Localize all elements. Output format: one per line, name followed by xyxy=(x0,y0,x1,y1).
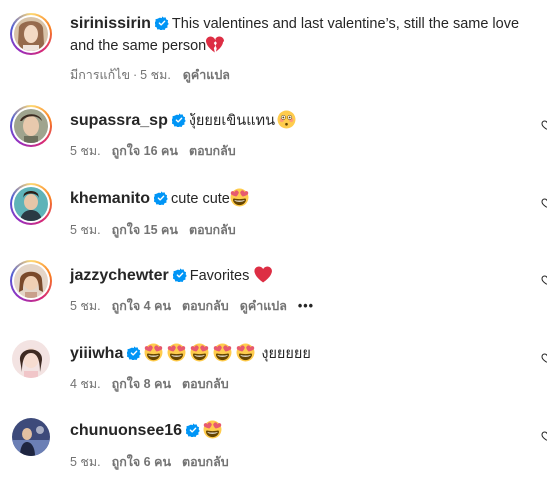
comment-time[interactable]: 5 ชม. xyxy=(70,299,101,313)
comment-meta: มีการแก้ไข · 5 ชม. ดูคำแปล xyxy=(70,65,241,85)
comment-username[interactable]: yiiiwha xyxy=(70,345,123,362)
comment-text-line: jazzychewter Favorites xyxy=(70,265,533,287)
comment-meta: 5 ชม. ถูกใจ 15 คน ตอบกลับ xyxy=(70,220,247,240)
avatar[interactable] xyxy=(10,105,52,147)
separator: · xyxy=(133,68,138,82)
heart-eyes-emoji xyxy=(144,343,163,362)
comment-time[interactable]: 5 ชม. xyxy=(70,223,101,237)
comment-meta: 5 ชม. ถูกใจ 16 คน ตอบกลับ xyxy=(70,141,247,161)
red-heart-emoji xyxy=(254,266,272,283)
heart-eyes-emoji xyxy=(190,343,209,362)
comment-time[interactable]: 4 ชม. xyxy=(70,377,101,391)
comment-item: khemanito cute cute 5 ชม. ถูกใจ 15 คน ตอบกล… xyxy=(0,178,547,248)
comment-item: yiiiwha งุยยยยย 4 ชม. ถูกใจ 8 คน ตอบกลับ xyxy=(0,333,547,403)
edited-label: มีการแก้ไข xyxy=(70,68,130,82)
comment-body: cute cute xyxy=(171,191,230,207)
heart-outline-icon[interactable] xyxy=(541,118,547,132)
comment-time[interactable]: 5 ชม. xyxy=(140,68,171,82)
comment-username[interactable]: khemanito xyxy=(70,190,150,207)
verified-badge-icon xyxy=(127,346,141,360)
comment-text-line: supassra_sp งุ้ยยยเขินแทน xyxy=(70,110,533,132)
verified-badge-icon xyxy=(172,113,186,127)
comment-body: Favorites xyxy=(189,268,250,284)
likes-count[interactable]: ถูกใจ 8 คน xyxy=(112,377,171,391)
comment-text-line: sirinissirin This valentines and last val… xyxy=(70,13,533,57)
translate-button[interactable]: ดูคำแปล xyxy=(240,299,287,313)
translate-button[interactable]: ดูคำแปล xyxy=(183,68,230,82)
broken-heart-emoji xyxy=(206,36,224,53)
reply-button[interactable]: ตอบกลับ xyxy=(182,455,229,469)
comment-body: งุยยยยย xyxy=(261,346,311,362)
verified-badge-icon xyxy=(154,191,168,205)
avatar[interactable] xyxy=(12,418,50,456)
comment-username[interactable]: supassra_sp xyxy=(70,112,168,129)
comment-item: sirinissirin This valentines and last val… xyxy=(0,0,547,90)
comment-username[interactable]: chunuonsee16 xyxy=(70,422,182,439)
more-options-icon[interactable]: ••• xyxy=(298,299,314,313)
heart-outline-icon[interactable] xyxy=(541,351,547,365)
avatar[interactable] xyxy=(10,183,52,225)
comment-item: supassra_sp งุ้ยยยเขินแทน 5 ชม. ถูกใจ 16 ค… xyxy=(0,100,547,170)
comment-item: jazzychewter Favorites 5 ชม. ถูกใจ 4 คน ตอบ… xyxy=(0,255,547,325)
heart-eyes-emoji xyxy=(167,343,186,362)
comment-username[interactable]: jazzychewter xyxy=(70,267,169,284)
heart-outline-icon[interactable] xyxy=(541,273,547,287)
comment-time[interactable]: 5 ชม. xyxy=(70,455,101,469)
heart-outline-icon[interactable] xyxy=(541,196,547,210)
reply-button[interactable]: ตอบกลับ xyxy=(182,299,229,313)
verified-badge-icon xyxy=(186,423,200,437)
likes-count[interactable]: ถูกใจ 6 คน xyxy=(112,455,171,469)
likes-count[interactable]: ถูกใจ 16 คน xyxy=(112,144,178,158)
heart-eyes-emoji xyxy=(230,188,249,207)
comment-time[interactable]: 5 ชม. xyxy=(70,144,101,158)
verified-badge-icon xyxy=(173,268,187,282)
comment-text-line: chunuonsee16 xyxy=(70,420,533,442)
reply-button[interactable]: ตอบกลับ xyxy=(182,377,229,391)
comment-text-line: yiiiwha งุยยยยย xyxy=(70,343,533,365)
heart-eyes-emoji xyxy=(213,343,232,362)
heart-eyes-emoji xyxy=(236,343,255,362)
avatar[interactable] xyxy=(12,340,50,378)
comment-text-line: khemanito cute cute xyxy=(70,188,533,210)
heart-outline-icon[interactable] xyxy=(541,429,547,443)
comment-username[interactable]: sirinissirin xyxy=(70,15,151,32)
reply-button[interactable]: ตอบกลับ xyxy=(189,144,236,158)
comment-meta: 5 ชม. ถูกใจ 4 คน ตอบกลับ ดูคำแปล ••• xyxy=(70,296,325,316)
likes-count[interactable]: ถูกใจ 15 คน xyxy=(112,223,178,237)
avatar[interactable] xyxy=(10,13,52,55)
comment-meta: 5 ชม. ถูกใจ 6 คน ตอบกลับ xyxy=(70,452,240,472)
avatar[interactable] xyxy=(10,260,52,302)
comment-meta: 4 ชม. ถูกใจ 8 คน ตอบกลับ xyxy=(70,374,240,394)
likes-count[interactable]: ถูกใจ 4 คน xyxy=(112,299,171,313)
verified-badge-icon xyxy=(155,16,169,30)
heart-eyes-emoji xyxy=(203,420,222,439)
comment-item: chunuonsee16 5 ชม. ถูกใจ 6 คน ตอบกลับ xyxy=(0,411,547,480)
flushed-face-emoji xyxy=(277,110,296,129)
comment-body: งุ้ยยยเขินแทน xyxy=(188,113,276,129)
reply-button[interactable]: ตอบกลับ xyxy=(189,223,236,237)
